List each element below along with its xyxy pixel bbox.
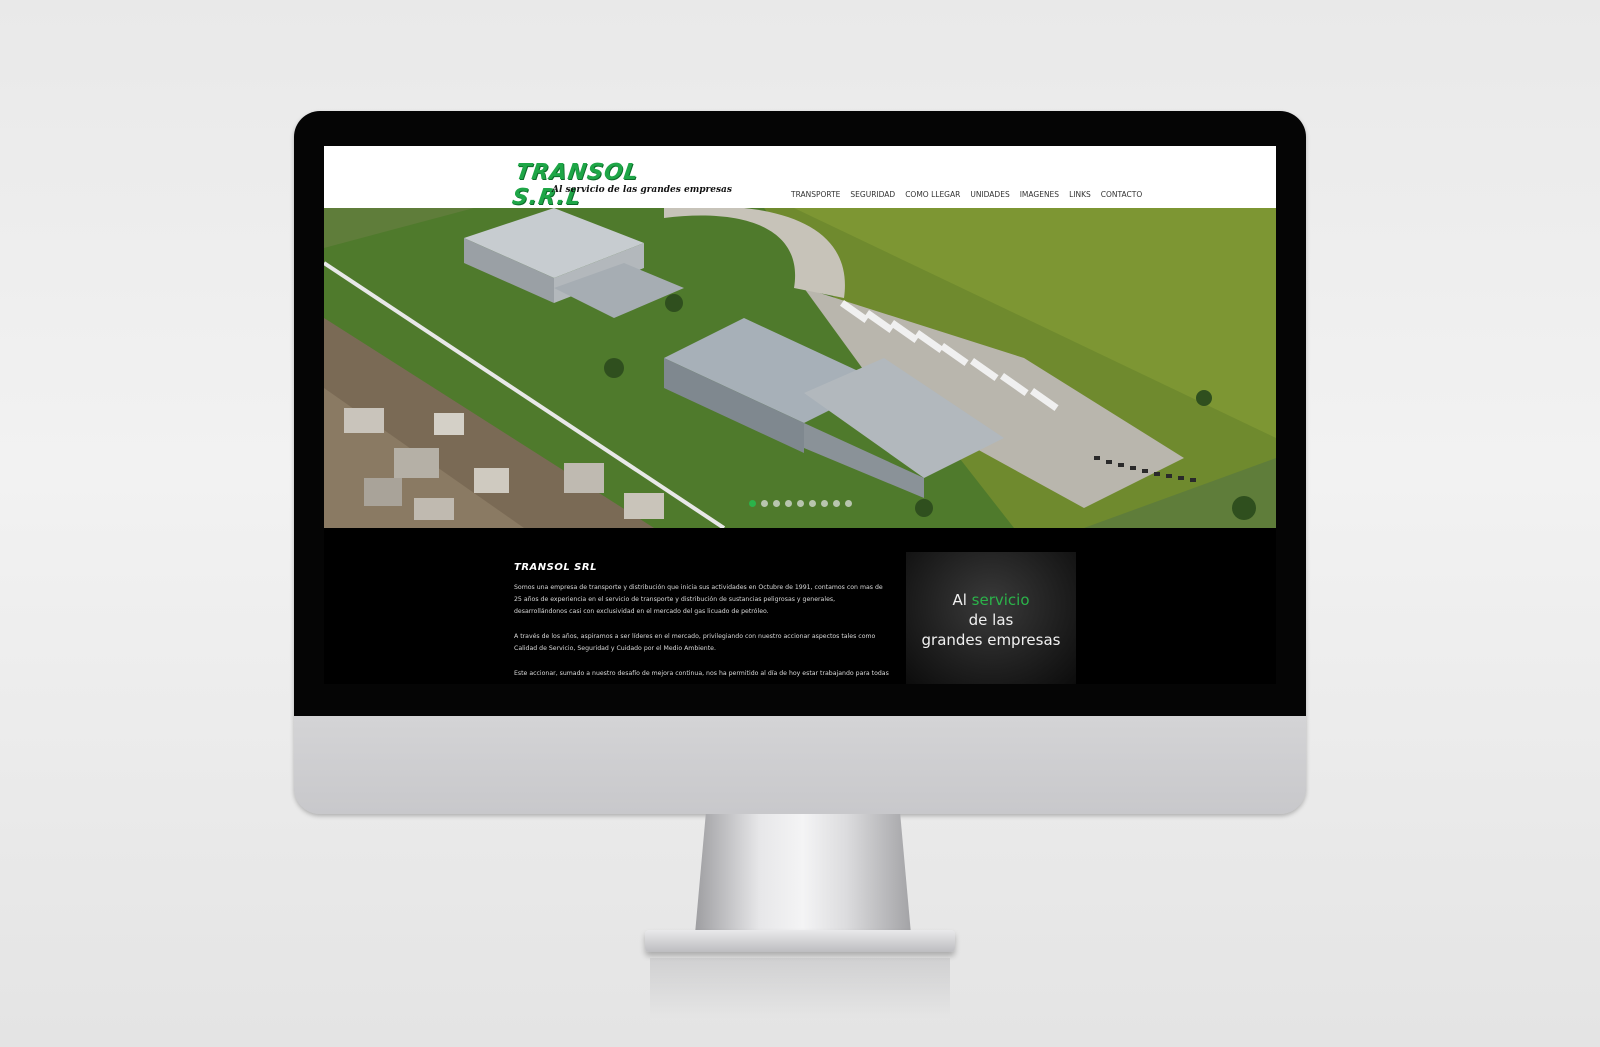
slider-dot[interactable] (809, 500, 816, 507)
logo-tagline: Al servicio de las grandes empresas (552, 185, 732, 195)
slider-dot[interactable] (833, 500, 840, 507)
promo-text: Al servicio de las grandes empresas (906, 590, 1076, 650)
nav-item-imagenes[interactable]: IMAGENES (1015, 190, 1064, 199)
about-paragraph-3: Este accionar, sumado a nuestro desafío … (514, 670, 889, 677)
monitor-screen: TRANSOL S.R.L Al servicio de las grandes… (324, 146, 1276, 684)
nav-item-unidades[interactable]: UNIDADES (965, 190, 1014, 199)
nav-item-seguridad[interactable]: SEGURIDAD (845, 190, 900, 199)
promo-word-servicio: servicio (971, 591, 1030, 609)
slider-dot[interactable] (773, 500, 780, 507)
about-paragraph-1: Somos una empresa de transporte y distri… (514, 584, 883, 615)
slider-dot[interactable] (821, 500, 828, 507)
monitor-stand-neck (695, 814, 911, 934)
site-logo[interactable]: TRANSOL S.R.L Al servicio de las grandes… (510, 160, 731, 210)
nav-item-como-llegar[interactable]: COMO LLEGAR (900, 190, 965, 199)
slider-dot[interactable] (797, 500, 804, 507)
site-header: TRANSOL S.R.L Al servicio de las grandes… (324, 146, 1276, 210)
slider-pagination (749, 500, 852, 507)
slider-dot[interactable] (761, 500, 768, 507)
about-title: TRANSOL SRL (514, 562, 597, 573)
slider-dot[interactable] (749, 500, 756, 507)
hero-slider[interactable] (324, 208, 1276, 528)
nav-item-transporte[interactable]: TRANSPORTE (786, 190, 845, 199)
slider-dot[interactable] (785, 500, 792, 507)
about-paragraph-2: A través de los años, aspiramos a ser lí… (514, 633, 876, 652)
about-text: TRANSOL SRL Somos una empresa de transpo… (514, 562, 890, 684)
aerial-facility-image (324, 208, 1276, 528)
monitor-chin (294, 716, 1306, 814)
stand-reflection (650, 958, 950, 1018)
nav-item-links[interactable]: LINKS (1064, 190, 1096, 199)
promo-banner: Al servicio de las grandes empresas (906, 552, 1076, 684)
imac-monitor: TRANSOL S.R.L Al servicio de las grandes… (294, 111, 1306, 814)
promo-line-2: de las (968, 611, 1014, 629)
slider-dot[interactable] (845, 500, 852, 507)
monitor-bezel: TRANSOL S.R.L Al servicio de las grandes… (294, 111, 1306, 716)
monitor-stand-base (645, 930, 955, 952)
main-nav: TRANSPORTE SEGURIDAD COMO LLEGAR UNIDADE… (786, 190, 1147, 199)
about-section: TRANSOL SRL Somos una empresa de transpo… (324, 528, 1276, 684)
promo-word-al: Al (952, 591, 967, 609)
promo-line-3: grandes empresas (921, 631, 1061, 649)
nav-item-contacto[interactable]: CONTACTO (1096, 190, 1147, 199)
